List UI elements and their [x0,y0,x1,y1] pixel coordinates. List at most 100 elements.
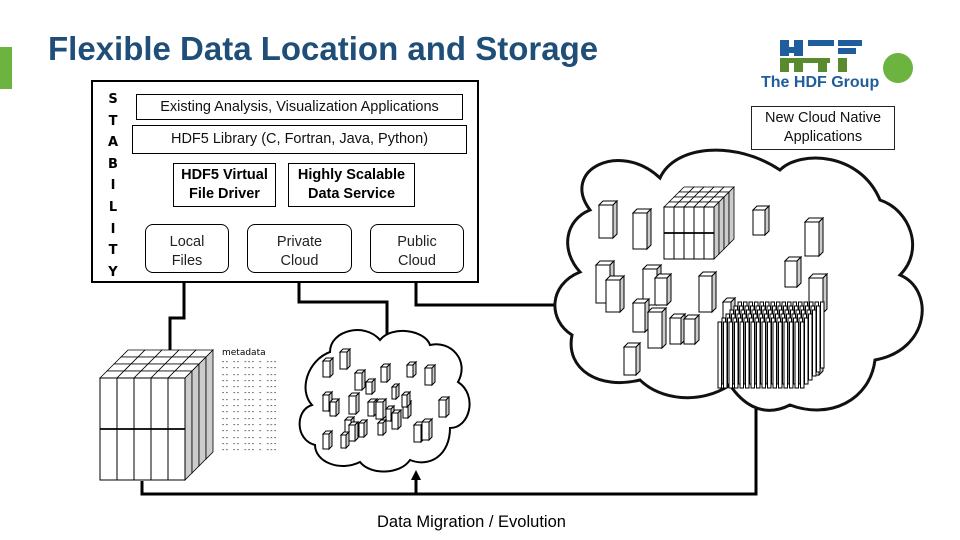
chunk-front [340,434,347,449]
cube-front-cell [693,206,705,234]
vfd-line2: File Driver [189,186,260,202]
dense-chunk [745,321,750,389]
chunk-front [377,422,384,436]
chunk-block [437,395,451,419]
stability-letter: S [108,92,118,107]
chunk-front [391,412,399,430]
dense-chunk [734,321,739,389]
dense-chunk [717,321,722,389]
dense-chunk [794,321,799,389]
cube-front-cell [683,206,695,234]
chunk-block [803,216,825,258]
chunk-block [347,391,361,416]
chunk-front [391,386,397,400]
cube-front-cell [150,377,169,430]
cube-side-slice [723,191,730,250]
chunk-block [364,377,377,396]
dense-chunk [767,321,772,389]
cube-front-cell [116,428,135,481]
public-line2: Cloud [398,253,436,269]
chunk-front [424,367,433,386]
chunk-block [631,297,651,334]
cube-front-cell [703,206,715,234]
chunk-block [338,347,352,371]
chunk-front [752,209,766,236]
chunk-front [632,302,646,333]
dense-chunk [789,321,794,389]
dense-chunk [808,313,813,381]
dense-chunk [812,309,817,377]
stability-letter: A [107,135,119,151]
cube-side-slice [191,363,200,474]
cube-front-cell [693,232,705,260]
chunk-side [796,255,802,289]
private-line1: Private [276,234,323,250]
local-file-cube [99,349,214,481]
highly-scalable-data-service-box: Highly Scalable Data Service [288,163,415,207]
chunk-side [619,274,625,314]
chunk-block [653,272,673,307]
chunk-front [654,277,668,306]
chunk-front [329,401,337,417]
chunk-front [421,421,430,441]
cube-front-cell [133,377,152,430]
chunk-front [698,275,713,313]
dense-chunk [800,321,805,389]
chunk-front [784,260,798,288]
chunk-block [597,199,619,240]
chunk-front [365,381,373,395]
chunk-front [348,395,357,415]
chunk-front [669,317,682,345]
chunk-block [357,418,369,439]
chunk-side [635,341,641,377]
chunk-block [379,362,392,384]
dense-chunk [739,321,744,389]
dense-chunk [723,321,728,389]
cube-side-slice [184,370,193,481]
chunk-side [666,272,672,307]
public-line1: Public [397,234,437,250]
chunk-front [683,318,696,345]
cube-front-cell [167,377,186,430]
cube-front-cell [99,428,118,481]
chunk-block [604,274,626,314]
chunk-block [423,363,437,387]
chunk-front [322,360,331,378]
dense-chunk [750,321,755,389]
dense-chunk [820,301,825,369]
chunk-front [339,351,348,370]
dense-chunk [804,317,809,385]
chunk-block [622,341,642,377]
dense-chunk-array [717,301,825,389]
hdf5-virtual-file-driver-box: HDF5 Virtual File Driver [173,163,276,207]
chunk-block [390,382,401,401]
cube-front-cell [150,428,169,481]
chunk-block [646,306,668,350]
chunk-front [647,311,663,349]
chunk-block [682,313,701,346]
chunk-block [321,356,335,379]
local-line1: Local [169,234,205,250]
chunk-front [605,279,621,313]
chunk-block [631,207,653,251]
cloud-chunked-cube [663,186,735,260]
cube-front-cell [133,428,152,481]
stability-letter: T [108,113,118,129]
stability-letter: Y [108,264,118,280]
chunk-block [420,417,434,442]
stability-letter: I [110,178,116,194]
cube-front-cell [663,206,675,234]
chunk-front [367,401,375,417]
chunk-front [438,399,447,418]
chunk-block [321,429,334,451]
chunk-block [783,255,803,289]
chunk-front [413,424,422,443]
layer-hdf5-library: HDF5 Library (C, Fortran, Java, Python) [132,125,467,154]
chunk-front [380,366,388,383]
cube-side-slice [713,201,720,260]
connector-private-to-small-cloud [297,282,389,336]
connector-public-to-big-cloud [414,282,576,307]
cube-front-cell [663,232,675,260]
metadata-label: metadata [222,348,266,358]
chunk-front [632,212,648,250]
